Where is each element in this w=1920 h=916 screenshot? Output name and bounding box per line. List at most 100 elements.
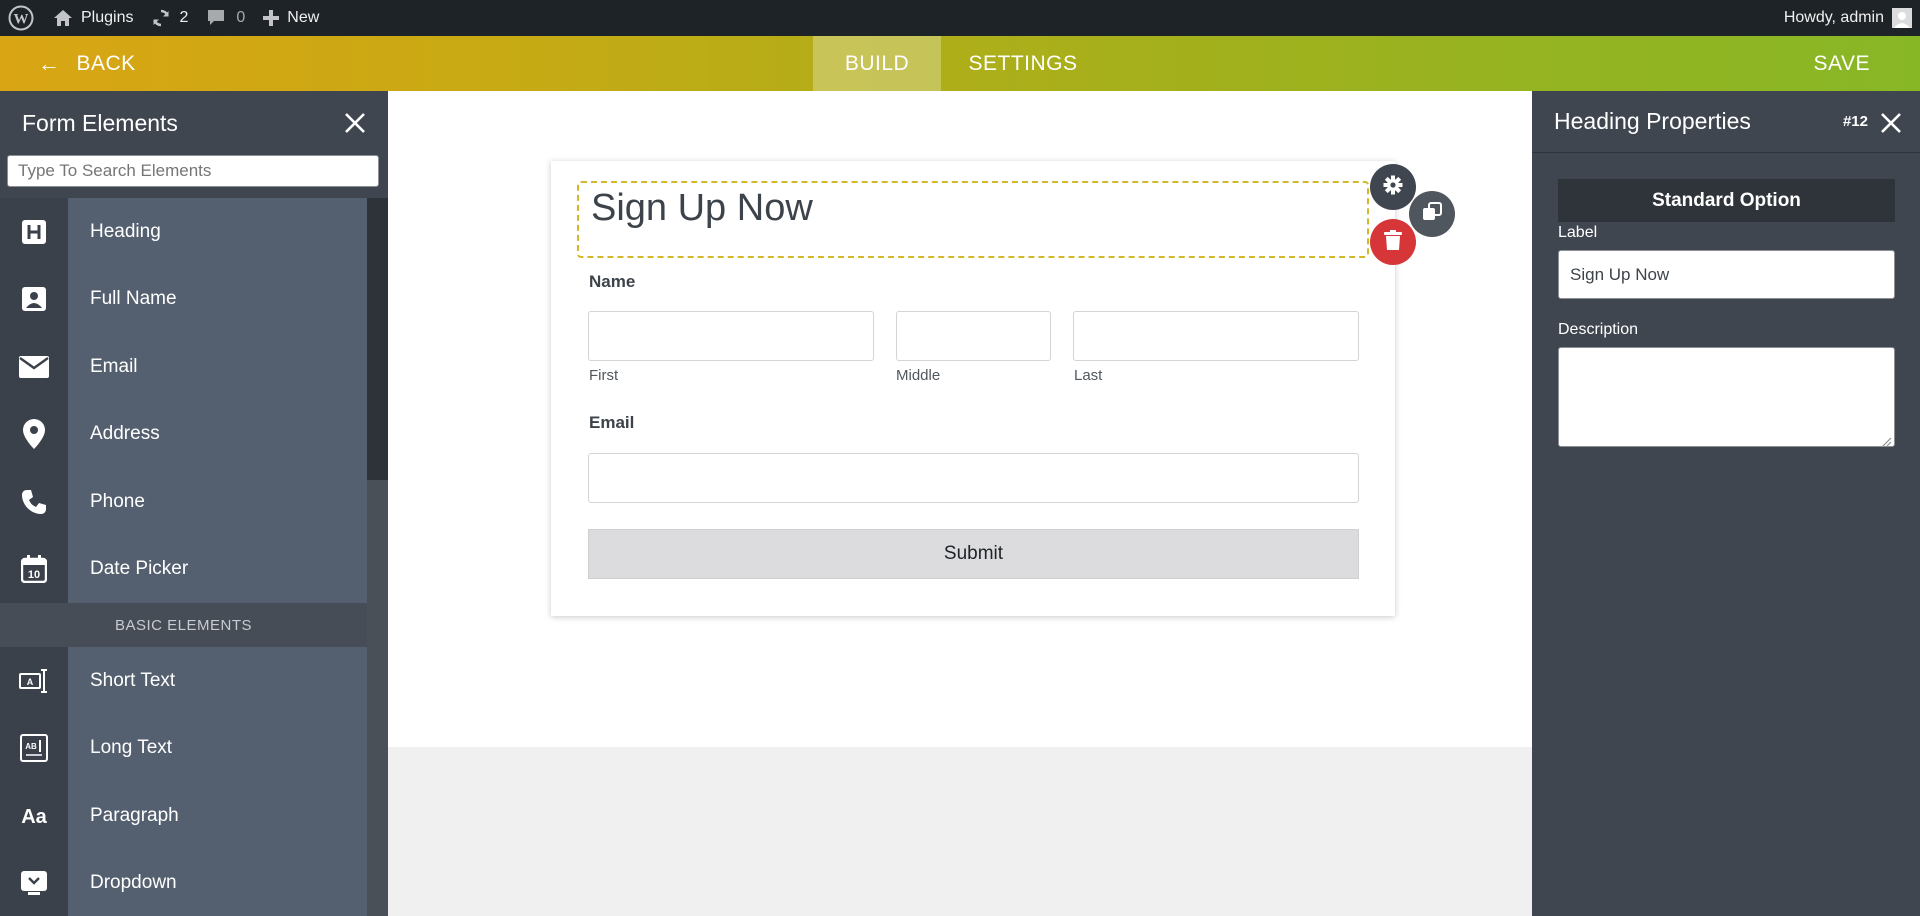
element-label: Short Text [68, 647, 367, 715]
close-icon[interactable] [342, 110, 368, 136]
selected-heading-element[interactable]: Sign Up Now [577, 181, 1369, 258]
save-button[interactable]: SAVE [1814, 36, 1870, 91]
heading-icon [0, 198, 68, 266]
email-input[interactable] [588, 453, 1359, 503]
comments-link[interactable]: 0 [197, 0, 254, 36]
back-button[interactable]: ← BACK [38, 36, 136, 91]
comments-count: 0 [236, 9, 246, 26]
element-id-badge: #12 [1842, 113, 1868, 130]
map-marker-icon [0, 400, 68, 468]
standard-option-section[interactable]: Standard Option [1558, 179, 1895, 222]
properties-title: Heading Properties [1554, 108, 1751, 134]
comment-bubble-icon [206, 9, 226, 27]
element-item-email[interactable]: Email [0, 333, 367, 401]
back-label: BACK [76, 51, 136, 75]
heading-properties-panel: Heading Properties #12 Standard Option L… [1532, 91, 1920, 916]
label-caption: Label [1558, 224, 1598, 241]
email-field-label: Email [589, 413, 635, 432]
dropdown-icon [0, 849, 68, 916]
svg-text:AB: AB [25, 742, 37, 751]
scrollbar-thumb[interactable] [367, 198, 388, 480]
first-name-input[interactable] [588, 311, 874, 361]
element-item-full-name[interactable]: Full Name [0, 265, 367, 333]
element-item-date-picker[interactable]: 10 Date Picker [0, 535, 367, 603]
element-label: Paragraph [68, 782, 367, 850]
element-label: Dropdown [68, 849, 367, 916]
new-label: New [287, 9, 320, 26]
paragraph-icon: Aa [0, 782, 68, 850]
element-label: Address [68, 400, 367, 468]
copy-icon [1422, 201, 1442, 227]
short-text-icon: A [0, 647, 68, 715]
first-sublabel: First [589, 367, 619, 384]
form-elements-header: Form Elements [0, 91, 388, 155]
site-name-link[interactable]: Plugins [44, 0, 142, 36]
element-item-phone[interactable]: Phone [0, 468, 367, 536]
last-sublabel: Last [1074, 367, 1103, 384]
submit-button[interactable]: Submit [588, 529, 1359, 579]
svg-text:Aa: Aa [21, 806, 47, 828]
gear-icon [1383, 175, 1403, 200]
close-icon[interactable] [1878, 110, 1904, 136]
builder-tabs: BUILD SETTINGS [813, 36, 1105, 91]
element-label: Email [68, 333, 367, 401]
element-label: Phone [68, 468, 367, 536]
svg-text:A: A [27, 677, 34, 687]
builder-toolbar: ← BACK BUILD SETTINGS SAVE [0, 36, 1920, 91]
delete-element-button[interactable] [1370, 219, 1416, 265]
tab-build[interactable]: BUILD [813, 36, 941, 91]
element-label: Heading [68, 198, 367, 266]
properties-header: Heading Properties #12 [1532, 91, 1920, 153]
updates-link[interactable]: 2 [142, 0, 197, 36]
element-item-heading[interactable]: Heading [0, 198, 367, 266]
wordpress-logo-icon[interactable]: W [0, 0, 44, 36]
group-header-basic-elements: BASIC ELEMENTS [0, 603, 367, 647]
search-wrapper [0, 155, 388, 191]
element-settings-button[interactable] [1370, 164, 1416, 210]
form-elements-panel: Form Elements Heading Full Name Email [0, 91, 388, 916]
element-item-address[interactable]: Address [0, 400, 367, 468]
description-textarea[interactable] [1558, 347, 1895, 447]
element-item-short-text[interactable]: A Short Text [0, 647, 367, 715]
long-text-icon: AB [0, 714, 68, 782]
element-label: Date Picker [68, 535, 367, 603]
last-name-input[interactable] [1073, 311, 1359, 361]
home-icon [53, 9, 73, 27]
element-label: Full Name [68, 265, 367, 333]
new-content-link[interactable]: New [254, 0, 328, 36]
calendar-icon: 10 [0, 535, 68, 603]
arrow-left-icon: ← [38, 50, 61, 76]
name-field-label: Name [589, 272, 636, 291]
form-preview: Sign Up Now Name First Middle Last Email… [551, 161, 1395, 616]
howdy-label: Howdy, admin [1783, 9, 1884, 26]
account-menu[interactable]: Howdy, admin [1775, 0, 1920, 36]
duplicate-element-button[interactable] [1409, 191, 1455, 237]
element-item-paragraph[interactable]: Aa Paragraph [0, 782, 367, 850]
site-name-label: Plugins [81, 9, 134, 26]
trash-icon [1384, 229, 1402, 255]
middle-sublabel: Middle [896, 367, 941, 384]
tab-settings[interactable]: SETTINGS [941, 36, 1105, 91]
plus-icon [263, 10, 280, 26]
search-input[interactable] [7, 155, 379, 187]
avatar [1892, 8, 1912, 28]
element-item-dropdown[interactable]: Dropdown [0, 849, 367, 916]
resize-handle-icon[interactable] [1882, 434, 1892, 447]
envelope-icon [0, 333, 68, 401]
svg-text:W: W [14, 12, 29, 28]
wp-admin-bar: W Plugins 2 0 New Howdy, admin [0, 0, 1920, 36]
element-list-scrollbar[interactable] [367, 198, 388, 916]
user-card-icon [0, 265, 68, 333]
label-input[interactable]: Sign Up Now [1558, 250, 1895, 299]
middle-name-input[interactable] [896, 311, 1051, 361]
form-heading: Sign Up Now [591, 187, 813, 229]
form-canvas: Sign Up Now Name First Middle Last Email… [388, 91, 1532, 747]
panel-title: Form Elements [22, 109, 178, 136]
element-item-long-text[interactable]: AB Long Text [0, 714, 367, 782]
description-caption: Description [1558, 321, 1639, 338]
refresh-icon [151, 8, 171, 28]
element-list: Heading Full Name Email Address Phone 10… [0, 198, 367, 916]
updates-count: 2 [179, 9, 189, 26]
element-label: Long Text [68, 714, 367, 782]
svg-text:10: 10 [28, 569, 40, 581]
